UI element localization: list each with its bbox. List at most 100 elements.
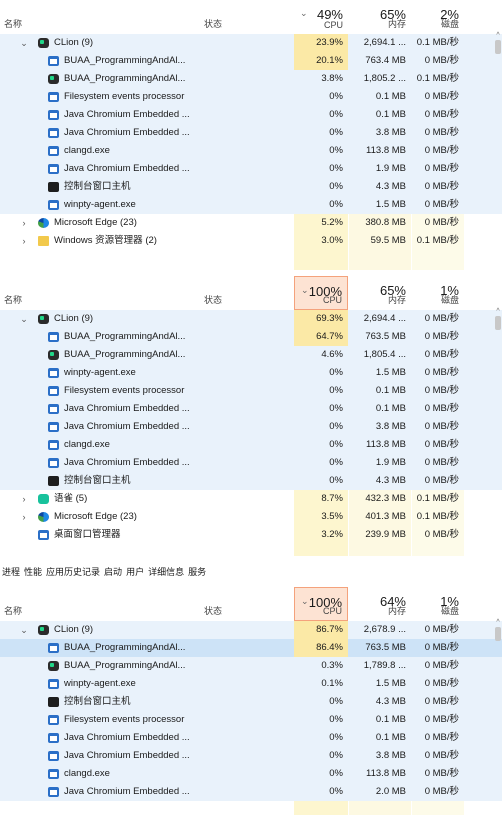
tab-details[interactable]: 详细信息 bbox=[148, 567, 184, 577]
process-row[interactable]: Java Chromium Embedded ... 0% 3.8 MB 0 MB/秒 bbox=[0, 747, 502, 765]
process-row[interactable]: › Microsoft Edge (23) 3.5% 401.3 MB 0.1 MB/秒 bbox=[0, 508, 502, 526]
expand-chevron-icon[interactable]: ⌄ bbox=[18, 621, 30, 639]
name-column-header[interactable]: 名称 bbox=[4, 604, 22, 617]
process-row[interactable]: Filesystem events processor 0% 0.1 MB 0 MB/… bbox=[0, 88, 502, 106]
process-name: Filesystem events processor bbox=[64, 714, 185, 725]
process-row[interactable]: clangd.exe 0% 113.8 MB 0 MB/秒 bbox=[0, 765, 502, 783]
cpu-value: 3.0% bbox=[321, 235, 343, 246]
process-row[interactable]: 控制台窗口主机 0% 4.3 MB 0 MB/秒 bbox=[0, 693, 502, 711]
mem-value: 763.5 MB bbox=[365, 331, 406, 342]
tab-services[interactable]: 服务 bbox=[188, 567, 206, 577]
collapse-chevron-icon[interactable]: › bbox=[18, 508, 30, 526]
status-column-header[interactable]: 状态 bbox=[204, 17, 222, 30]
process-row[interactable]: ⌄ CLion (9) 86.7% 2,678.9 ... 0 MB/秒 bbox=[0, 621, 502, 639]
disk-value: 0 MB/秒 bbox=[424, 421, 459, 432]
cpu-column-label: CPU bbox=[323, 20, 343, 30]
mem-column-header[interactable]: 65% 内存 bbox=[349, 276, 411, 310]
process-row[interactable]: › Microsoft Edge (23) 5.2% 380.8 MB 0 MB/秒 bbox=[0, 214, 502, 232]
process-name: 控制台窗口主机 bbox=[64, 475, 131, 486]
process-row[interactable]: BUAA_ProgrammingAndAl... 4.6% 1,805.4 ... 0… bbox=[0, 346, 502, 364]
mem-value: 3.8 MB bbox=[375, 421, 406, 432]
tab-users[interactable]: 用户 bbox=[126, 567, 144, 577]
process-row[interactable]: winpty-agent.exe 0.1% 1.5 MB 0 MB/秒 bbox=[0, 675, 502, 693]
disk-value: 0 MB/秒 bbox=[424, 786, 459, 797]
process-row[interactable]: 控制台窗口主机 0% 4.3 MB 0 MB/秒 bbox=[0, 178, 502, 196]
vertical-scrollbar[interactable] bbox=[495, 627, 501, 641]
mem-column-header[interactable]: 65% 内存 bbox=[349, 0, 411, 34]
expand-chevron-icon[interactable]: ⌄ bbox=[18, 310, 30, 328]
mem-value: 432.3 MB bbox=[365, 493, 406, 504]
process-row[interactable]: winpty-agent.exe 0% 1.5 MB 0 MB/秒 bbox=[0, 196, 502, 214]
scroll-up-arrow-icon[interactable]: ^ bbox=[494, 619, 502, 626]
scroll-up-arrow-icon[interactable]: ^ bbox=[494, 308, 502, 315]
process-row[interactable]: clangd.exe 0% 113.8 MB 0 MB/秒 bbox=[0, 436, 502, 454]
clion-icon bbox=[38, 625, 49, 635]
process-row[interactable]: BUAA_ProgrammingAndAl... 3.8% 1,805.2 ... 0… bbox=[0, 70, 502, 88]
process-row[interactable]: › 语雀 (5) 8.7% 432.3 MB 0.1 MB/秒 bbox=[0, 490, 502, 508]
vertical-scrollbar[interactable] bbox=[495, 316, 501, 330]
process-name: Java Chromium Embedded ... bbox=[64, 457, 190, 468]
process-row[interactable]: ⌄ CLion (9) 69.3% 2,694.4 ... 0 MB/秒 bbox=[0, 310, 502, 328]
clion-icon bbox=[48, 661, 59, 671]
process-row[interactable]: BUAA_ProgrammingAndAl... 64.7% 763.5 MB 0 M… bbox=[0, 328, 502, 346]
process-row[interactable]: Java Chromium Embedded ... 0% 0.1 MB 0 MB/秒 bbox=[0, 106, 502, 124]
tab-processes[interactable]: 进程 bbox=[2, 567, 20, 577]
name-column-header[interactable]: 名称 bbox=[4, 17, 22, 30]
disk-column-header[interactable]: 1% 磁盘 bbox=[412, 587, 464, 621]
process-row[interactable]: Java Chromium Embedded ... 0% 1.9 MB 0 MB/秒 bbox=[0, 160, 502, 178]
collapse-chevron-icon[interactable]: › bbox=[18, 214, 30, 232]
cpu-value: 0% bbox=[329, 145, 343, 156]
tab-app-history[interactable]: 应用历史记录 bbox=[46, 567, 100, 577]
tab-startup[interactable]: 启动 bbox=[104, 567, 122, 577]
tab-performance[interactable]: 性能 bbox=[24, 567, 42, 577]
mem-value: 3.8 MB bbox=[375, 750, 406, 761]
window-icon bbox=[48, 110, 59, 120]
process-row[interactable]: › Windows 资源管理器 (2) 3.0% 59.5 MB 0.1 MB/秒 bbox=[0, 232, 502, 250]
disk-column-header[interactable]: 2% 磁盘 bbox=[412, 0, 464, 34]
process-row[interactable]: 控制台窗口主机 0% 4.3 MB 0 MB/秒 bbox=[0, 472, 502, 490]
mem-value: 1.9 MB bbox=[375, 163, 406, 174]
collapse-chevron-icon[interactable]: › bbox=[18, 490, 30, 508]
disk-value: 0 MB/秒 bbox=[424, 475, 459, 486]
sort-chevron-icon: ⌄ bbox=[301, 285, 309, 295]
process-row[interactable]: BUAA_ProgrammingAndAl... 86.4% 763.5 MB 0 M… bbox=[0, 639, 502, 657]
cpu-column-header[interactable]: ⌄ 100% CPU bbox=[294, 276, 348, 310]
cpu-column-header[interactable]: ⌄ 49% CPU bbox=[294, 0, 348, 34]
process-name: Microsoft Edge (23) bbox=[54, 217, 137, 228]
collapse-chevron-icon[interactable]: › bbox=[18, 232, 30, 250]
process-row[interactable]: Java Chromium Embedded ... 0% 3.8 MB 0 MB/秒 bbox=[0, 418, 502, 436]
mem-value: 0.1 MB bbox=[375, 109, 406, 120]
disk-value: 0 MB/秒 bbox=[424, 678, 459, 689]
mem-value: 1,789.8 ... bbox=[363, 660, 406, 671]
mem-column-header[interactable]: 64% 内存 bbox=[349, 587, 411, 621]
process-row[interactable]: ⌄ CLion (9) 23.9% 2,694.1 ... 0.1 MB/秒 bbox=[0, 34, 502, 52]
process-row[interactable]: Java Chromium Embedded ... 0% 0.1 MB 0 MB/秒 bbox=[0, 729, 502, 747]
cpu-value: 0% bbox=[329, 457, 343, 468]
process-row[interactable]: Filesystem events processor 0% 0.1 MB 0 MB/… bbox=[0, 382, 502, 400]
window-icon bbox=[48, 787, 59, 797]
expand-chevron-icon[interactable]: ⌄ bbox=[18, 34, 30, 52]
cpu-value: 0% bbox=[329, 439, 343, 450]
process-row[interactable]: winpty-agent.exe 0% 1.5 MB 0 MB/秒 bbox=[0, 364, 502, 382]
process-row[interactable]: Filesystem events processor 0% 0.1 MB 0 MB/… bbox=[0, 711, 502, 729]
process-row[interactable]: 桌面窗口管理器 3.2% 239.9 MB 0 MB/秒 bbox=[0, 526, 502, 544]
process-row[interactable]: BUAA_ProgrammingAndAl... 20.1% 763.4 MB 0 M… bbox=[0, 52, 502, 70]
cpu-column-header[interactable]: ⌄ 100% CPU bbox=[294, 587, 348, 621]
status-column-header[interactable]: 状态 bbox=[204, 293, 222, 306]
name-column-header[interactable]: 名称 bbox=[4, 293, 22, 306]
cpu-value: 0% bbox=[329, 421, 343, 432]
process-row[interactable]: Java Chromium Embedded ... 0% 1.9 MB 0 MB/秒 bbox=[0, 454, 502, 472]
process-name: Java Chromium Embedded ... bbox=[64, 732, 190, 743]
disk-column-header[interactable]: 1% 磁盘 bbox=[412, 276, 464, 310]
process-row[interactable]: Java Chromium Embedded ... 0% 2.0 MB 0 MB/秒 bbox=[0, 783, 502, 801]
vertical-scrollbar[interactable] bbox=[495, 40, 501, 54]
status-column-header[interactable]: 状态 bbox=[204, 604, 222, 617]
scroll-up-arrow-icon[interactable]: ^ bbox=[494, 32, 502, 39]
process-row[interactable]: clangd.exe 0% 113.8 MB 0 MB/秒 bbox=[0, 142, 502, 160]
process-row[interactable]: Java Chromium Embedded ... 0% 3.8 MB 0 MB/秒 bbox=[0, 124, 502, 142]
process-name: BUAA_ProgrammingAndAl... bbox=[64, 55, 186, 66]
mem-value: 1.5 MB bbox=[375, 678, 406, 689]
process-name: 控制台窗口主机 bbox=[64, 696, 131, 707]
process-row[interactable]: Java Chromium Embedded ... 0% 0.1 MB 0 MB/秒 bbox=[0, 400, 502, 418]
process-row[interactable]: BUAA_ProgrammingAndAl... 0.3% 1,789.8 ... 0… bbox=[0, 657, 502, 675]
